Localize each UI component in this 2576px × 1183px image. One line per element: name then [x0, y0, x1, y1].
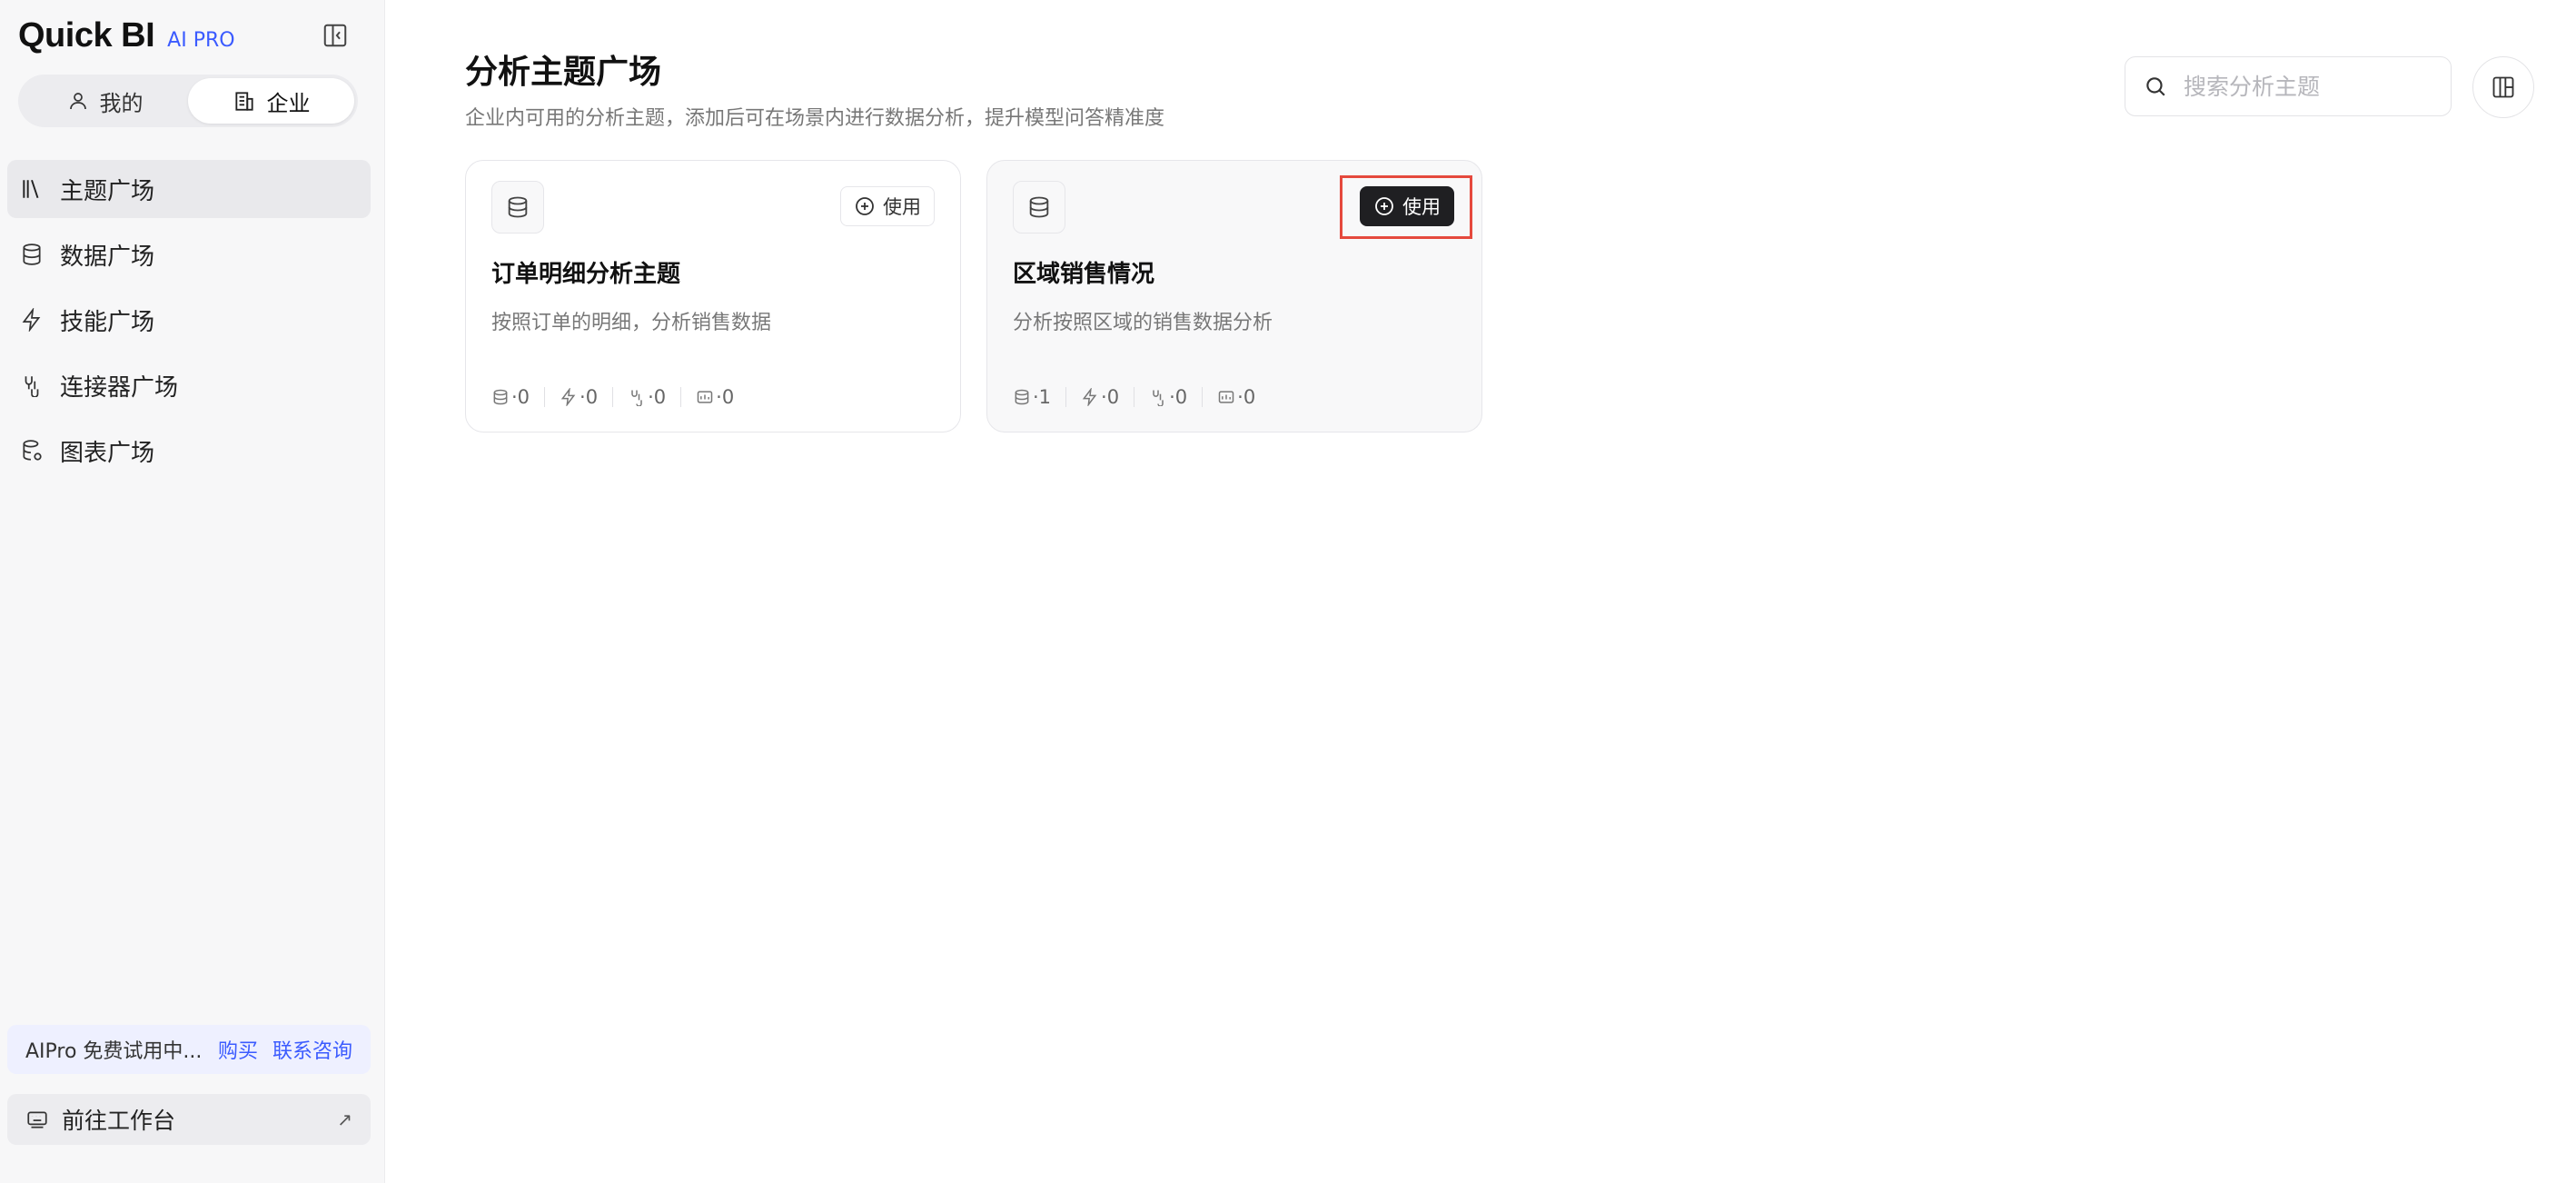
sidebar-item-label: 数据广场: [60, 243, 155, 271]
page-subtitle: 企业内可用的分析主题，添加后可在场景内进行数据分析，提升模型问答精准度: [465, 107, 1165, 130]
connector-icon: [25, 376, 39, 397]
sidebar-item-topic-square[interactable]: 主题广场: [7, 160, 371, 218]
stat-charts: ·0: [696, 386, 734, 408]
stat-data: ·0: [491, 386, 530, 408]
card-title: 区域销售情况: [1013, 261, 1155, 288]
sidebar-item-label: 图表广场: [60, 439, 155, 467]
trial-text: AIPro 免费试用中...: [25, 1040, 203, 1063]
sidebar-item-chart-square[interactable]: 图表广场: [7, 422, 371, 480]
card-description: 按照订单的明细，分析销售数据: [491, 312, 772, 334]
stat-skills-count: ·0: [580, 386, 599, 408]
keyboard-icon: [27, 1111, 47, 1128]
switch-mine[interactable]: 我的: [22, 78, 188, 124]
scope-switch: 我的 企业: [18, 75, 358, 127]
brand-name: Quick BI: [18, 16, 155, 55]
contact-link[interactable]: 联系咨询: [272, 1035, 352, 1064]
chart-icon: [697, 391, 713, 403]
connector-icon: [1153, 390, 1164, 406]
sidebar-nav: 主题广场 数据广场 技能广场 连接器广场 图表广场: [7, 160, 371, 487]
database-icon: [1013, 181, 1065, 234]
chart-db-icon: [23, 440, 42, 461]
switch-enterprise-label: 企业: [266, 90, 311, 116]
topic-card[interactable]: 使用 订单明细分析主题 按照订单的明细，分析销售数据 ·0 ·0 ·0 ·0: [465, 160, 961, 432]
stat-connectors-count: ·0: [648, 386, 667, 408]
search-icon: [2146, 77, 2165, 96]
stat-connectors: ·0: [1149, 386, 1187, 408]
stat-data: ·1: [1013, 386, 1051, 408]
building-icon: [234, 92, 253, 111]
switch-mine-label: 我的: [99, 90, 144, 116]
search-input[interactable]: [2182, 72, 2449, 101]
card-stats: ·0 ·0 ·0 ·0: [491, 386, 734, 408]
layout-toggle-button[interactable]: [2472, 56, 2534, 118]
sidebar: Quick BI AI PRO 我的 企业 主题广场 数据广场 技能广场 连接器…: [0, 0, 385, 1183]
sidebar-item-connector-square[interactable]: 连接器广场: [7, 356, 371, 414]
use-button-label: 使用: [1402, 196, 1441, 218]
app: Quick BI AI PRO 我的 企业 主题广场 数据广场 技能广场 连接器…: [0, 0, 2576, 1183]
card-title: 订单明细分析主题: [491, 261, 681, 288]
card-description: 分析按照区域的销售数据分析: [1013, 312, 1273, 334]
user-icon: [69, 93, 86, 110]
stat-skills: ·0: [1081, 386, 1119, 408]
layout-icon: [2492, 76, 2514, 98]
buy-link[interactable]: 购买: [218, 1035, 258, 1064]
lightning-icon: [22, 308, 41, 332]
library-icon: [23, 179, 39, 199]
topic-card[interactable]: 使用 区域销售情况 分析按照区域的销售数据分析 ·1 ·0 ·0 ·0: [986, 160, 1482, 432]
collapse-sidebar-icon[interactable]: [322, 22, 349, 49]
stat-charts-count: ·0: [1237, 386, 1256, 408]
connector-icon: [631, 390, 642, 406]
use-button-label: 使用: [883, 196, 921, 218]
stat-data-count: ·0: [511, 386, 530, 408]
goto-workbench-button[interactable]: 前往工作台 ↗: [7, 1094, 371, 1145]
card-stats: ·1 ·0 ·0 ·0: [1013, 386, 1255, 408]
stat-connectors: ·0: [628, 386, 666, 408]
add-circle-icon: [856, 197, 874, 215]
page-title: 分析主题广场: [465, 54, 662, 91]
brand-badge: AI PRO: [167, 29, 235, 52]
chart-icon: [1218, 391, 1234, 403]
add-circle-icon: [1375, 197, 1393, 215]
switch-enterprise[interactable]: 企业: [188, 78, 354, 124]
external-link-icon: ↗: [337, 1108, 352, 1130]
database-icon: [1015, 389, 1029, 405]
sidebar-item-data-square[interactable]: 数据广场: [7, 225, 371, 283]
stat-skills-count: ·0: [1101, 386, 1120, 408]
main-content: 分析主题广场 企业内可用的分析主题，添加后可在场景内进行数据分析，提升模型问答精…: [385, 0, 2576, 1183]
use-button[interactable]: 使用: [840, 186, 935, 226]
sidebar-item-label: 技能广场: [60, 308, 155, 336]
lightning-icon: [1082, 388, 1097, 406]
database-icon: [493, 389, 508, 405]
sidebar-item-label: 连接器广场: [60, 373, 179, 402]
sidebar-item-label: 主题广场: [60, 177, 155, 205]
workbench-label: 前往工作台: [62, 1108, 176, 1134]
sidebar-item-skill-square[interactable]: 技能广场: [7, 291, 371, 349]
stat-skills: ·0: [560, 386, 598, 408]
stat-data-count: ·1: [1033, 386, 1052, 408]
search-box: [2125, 56, 2452, 116]
database-icon: [491, 181, 544, 234]
trial-banner: AIPro 免费试用中... 购买 联系咨询: [7, 1025, 371, 1074]
use-button[interactable]: 使用: [1360, 186, 1454, 226]
database-icon: [23, 244, 41, 265]
lightning-icon: [560, 388, 576, 406]
stat-connectors-count: ·0: [1169, 386, 1188, 408]
brand: Quick BI AI PRO: [18, 16, 235, 55]
stat-charts-count: ·0: [716, 386, 735, 408]
stat-charts: ·0: [1217, 386, 1255, 408]
